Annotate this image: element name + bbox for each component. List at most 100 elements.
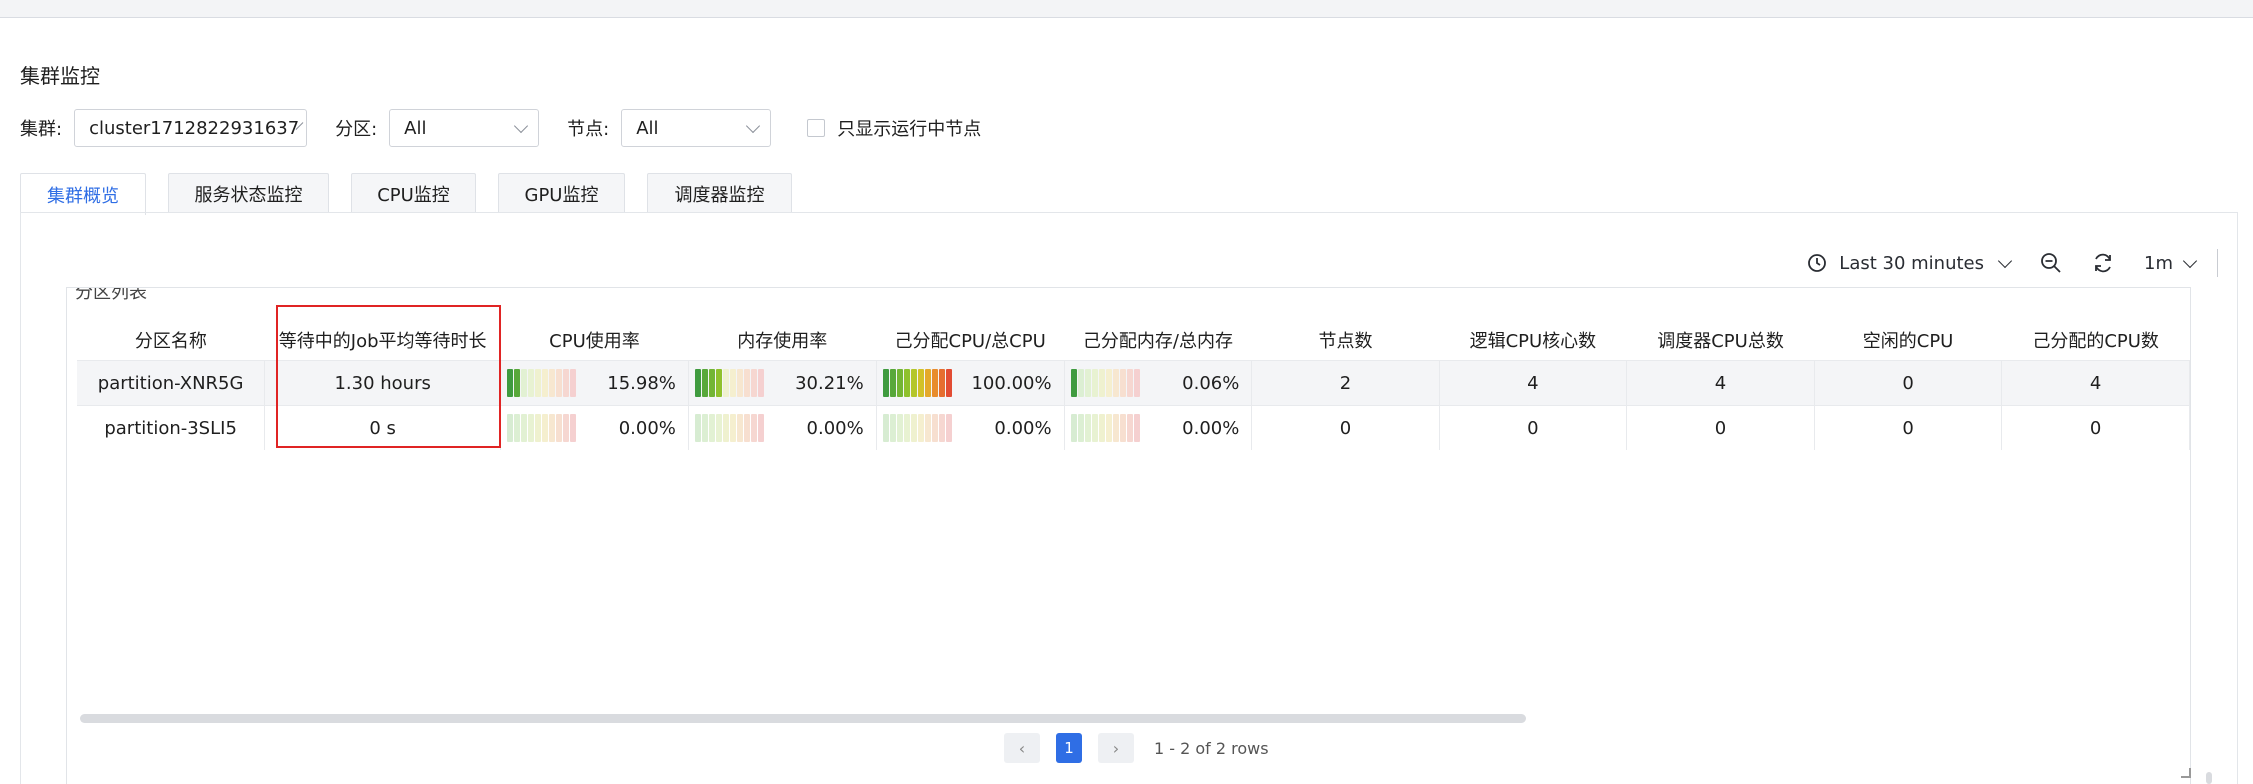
vertical-scrollbar[interactable]: [2206, 772, 2212, 784]
tab-service-status[interactable]: 服务状态监控: [168, 173, 329, 213]
prev-page-button[interactable]: ‹: [1004, 733, 1040, 763]
toolbar-divider: [2217, 249, 2218, 277]
cpu-usage-cell: 15.98%: [500, 360, 689, 406]
gauge-segment: [1091, 414, 1098, 442]
scheduler-cpus-cell: 4: [1626, 360, 1815, 406]
refresh-interval-label: 1m: [2144, 252, 2173, 274]
clock-icon: [1808, 254, 1827, 272]
gauge-segment: [882, 369, 889, 397]
horizontal-scrollbar[interactable]: [80, 714, 1526, 723]
refresh-interval-picker[interactable]: 1m: [2144, 252, 2198, 274]
gauge-segment: [910, 369, 917, 397]
tab-cluster-overview[interactable]: 集群概览: [20, 173, 146, 215]
time-range-label: Last 30 minutes: [1839, 252, 1984, 274]
tab-cpu-monitor[interactable]: CPU监控: [351, 173, 476, 213]
zoom-out-icon: [2041, 253, 2061, 273]
partition-select[interactable]: All: [389, 109, 540, 147]
tab-bar: 集群概览 服务状态监控 CPU监控 GPU监控 调度器监控: [20, 173, 814, 215]
gauge-segment: [701, 369, 708, 397]
refresh-icon: [2095, 253, 2111, 273]
gauge-segment: [945, 369, 952, 397]
gauge-segment: [938, 369, 945, 397]
gauge-segment: [736, 369, 743, 397]
gauge-segment: [750, 414, 757, 442]
gauge-segment: [570, 414, 577, 442]
gauge-segment: [528, 369, 535, 397]
gauge-segment: [722, 414, 729, 442]
gauge-segment: [1098, 369, 1105, 397]
gauge-segment: [1112, 369, 1119, 397]
chevron-down-icon: [2182, 253, 2198, 268]
pagination-summary: 1 - 2 of 2 rows: [1154, 738, 1269, 758]
gauge-segment: [750, 369, 757, 397]
gauge-segment: [701, 414, 708, 442]
gauge-segment: [1133, 369, 1140, 397]
column-header[interactable]: 己分配内存/总内存: [1064, 320, 1252, 361]
partition-name-cell: partition-3SLI5: [77, 405, 266, 450]
node-count-cell: 2: [1251, 360, 1440, 406]
logical-cores-cell: 0: [1439, 405, 1628, 450]
column-header[interactable]: CPU使用率: [501, 320, 689, 361]
alloc-cpus-cell: 0: [2001, 405, 2190, 450]
resize-handle[interactable]: [2181, 768, 2191, 778]
gauge-segment: [521, 414, 528, 442]
refresh-button[interactable]: [2092, 252, 2114, 274]
gauge-segment: [549, 414, 556, 442]
gauge-segment: [889, 369, 896, 397]
tab-gpu-monitor[interactable]: GPU监控: [498, 173, 625, 213]
node-label: 节点:: [567, 119, 610, 140]
column-header[interactable]: 分区名称: [77, 320, 265, 361]
gauge-segment: [1119, 414, 1126, 442]
gauge-segment: [715, 369, 722, 397]
gauge-segment: [556, 369, 563, 397]
gauge-segment: [903, 369, 910, 397]
time-range-picker[interactable]: Last 30 minutes: [1807, 252, 2013, 274]
alloc-cpu-value: 100.00%: [971, 372, 1052, 394]
cluster-select[interactable]: cluster1712822931637: [74, 109, 308, 147]
tab-scheduler-monitor[interactable]: 调度器监控: [647, 173, 792, 213]
alloc-mem-gauge: [1070, 369, 1141, 397]
gauge-segment: [507, 414, 514, 442]
gauge-segment: [514, 369, 521, 397]
running-only-label[interactable]: 只显示运行中节点: [837, 115, 981, 141]
gauge-segment: [757, 369, 764, 397]
chevron-down-icon: [1997, 253, 2013, 268]
gauge-segment: [945, 414, 952, 442]
cpu-usage-gauge: [507, 369, 577, 397]
column-header[interactable]: 内存使用率: [688, 320, 876, 361]
column-header[interactable]: 己分配的CPU数: [2002, 320, 2190, 361]
current-page-button[interactable]: 1: [1056, 733, 1082, 763]
gauge-segment: [563, 414, 570, 442]
running-only-checkbox[interactable]: [807, 119, 826, 137]
cpu-usage-gauge: [507, 414, 577, 442]
gauge-segment: [722, 369, 729, 397]
alloc-mem-value: 0.00%: [1182, 417, 1240, 439]
gauge-segment: [938, 414, 945, 442]
gauge-segment: [1126, 369, 1133, 397]
column-header[interactable]: 空闲的CPU: [1814, 320, 2001, 361]
gauge-segment: [1070, 414, 1077, 442]
column-header[interactable]: 己分配CPU/总CPU: [876, 320, 1064, 361]
gauge-segment: [1084, 369, 1091, 397]
column-header[interactable]: 逻辑CPU核心数: [1439, 320, 1627, 361]
gauge-segment: [1126, 414, 1133, 442]
gauge-segment: [521, 369, 528, 397]
zoom-out-button[interactable]: [2040, 252, 2062, 274]
mem-usage-value: 30.21%: [795, 372, 864, 394]
gauge-segment: [736, 414, 743, 442]
gauge-segment: [507, 369, 514, 397]
alloc-cpu-value: 0.00%: [994, 417, 1052, 439]
dashboard-toolbar: Last 30 minutes 1m: [1777, 247, 2218, 279]
alloc-mem-cell: 0.00%: [1064, 405, 1253, 450]
gauge-segment: [528, 414, 535, 442]
gauge-segment: [757, 414, 764, 442]
column-header[interactable]: 调度器CPU总数: [1627, 320, 1815, 361]
node-select[interactable]: All: [621, 109, 772, 147]
alloc-cpu-gauge: [882, 414, 953, 442]
gauge-segment: [549, 369, 556, 397]
column-header[interactable]: 节点数: [1252, 320, 1439, 361]
next-page-button[interactable]: ›: [1098, 733, 1134, 763]
gauge-segment: [903, 414, 910, 442]
cpu-usage-value: 0.00%: [618, 417, 676, 439]
partition-select-value: All: [404, 117, 427, 139]
